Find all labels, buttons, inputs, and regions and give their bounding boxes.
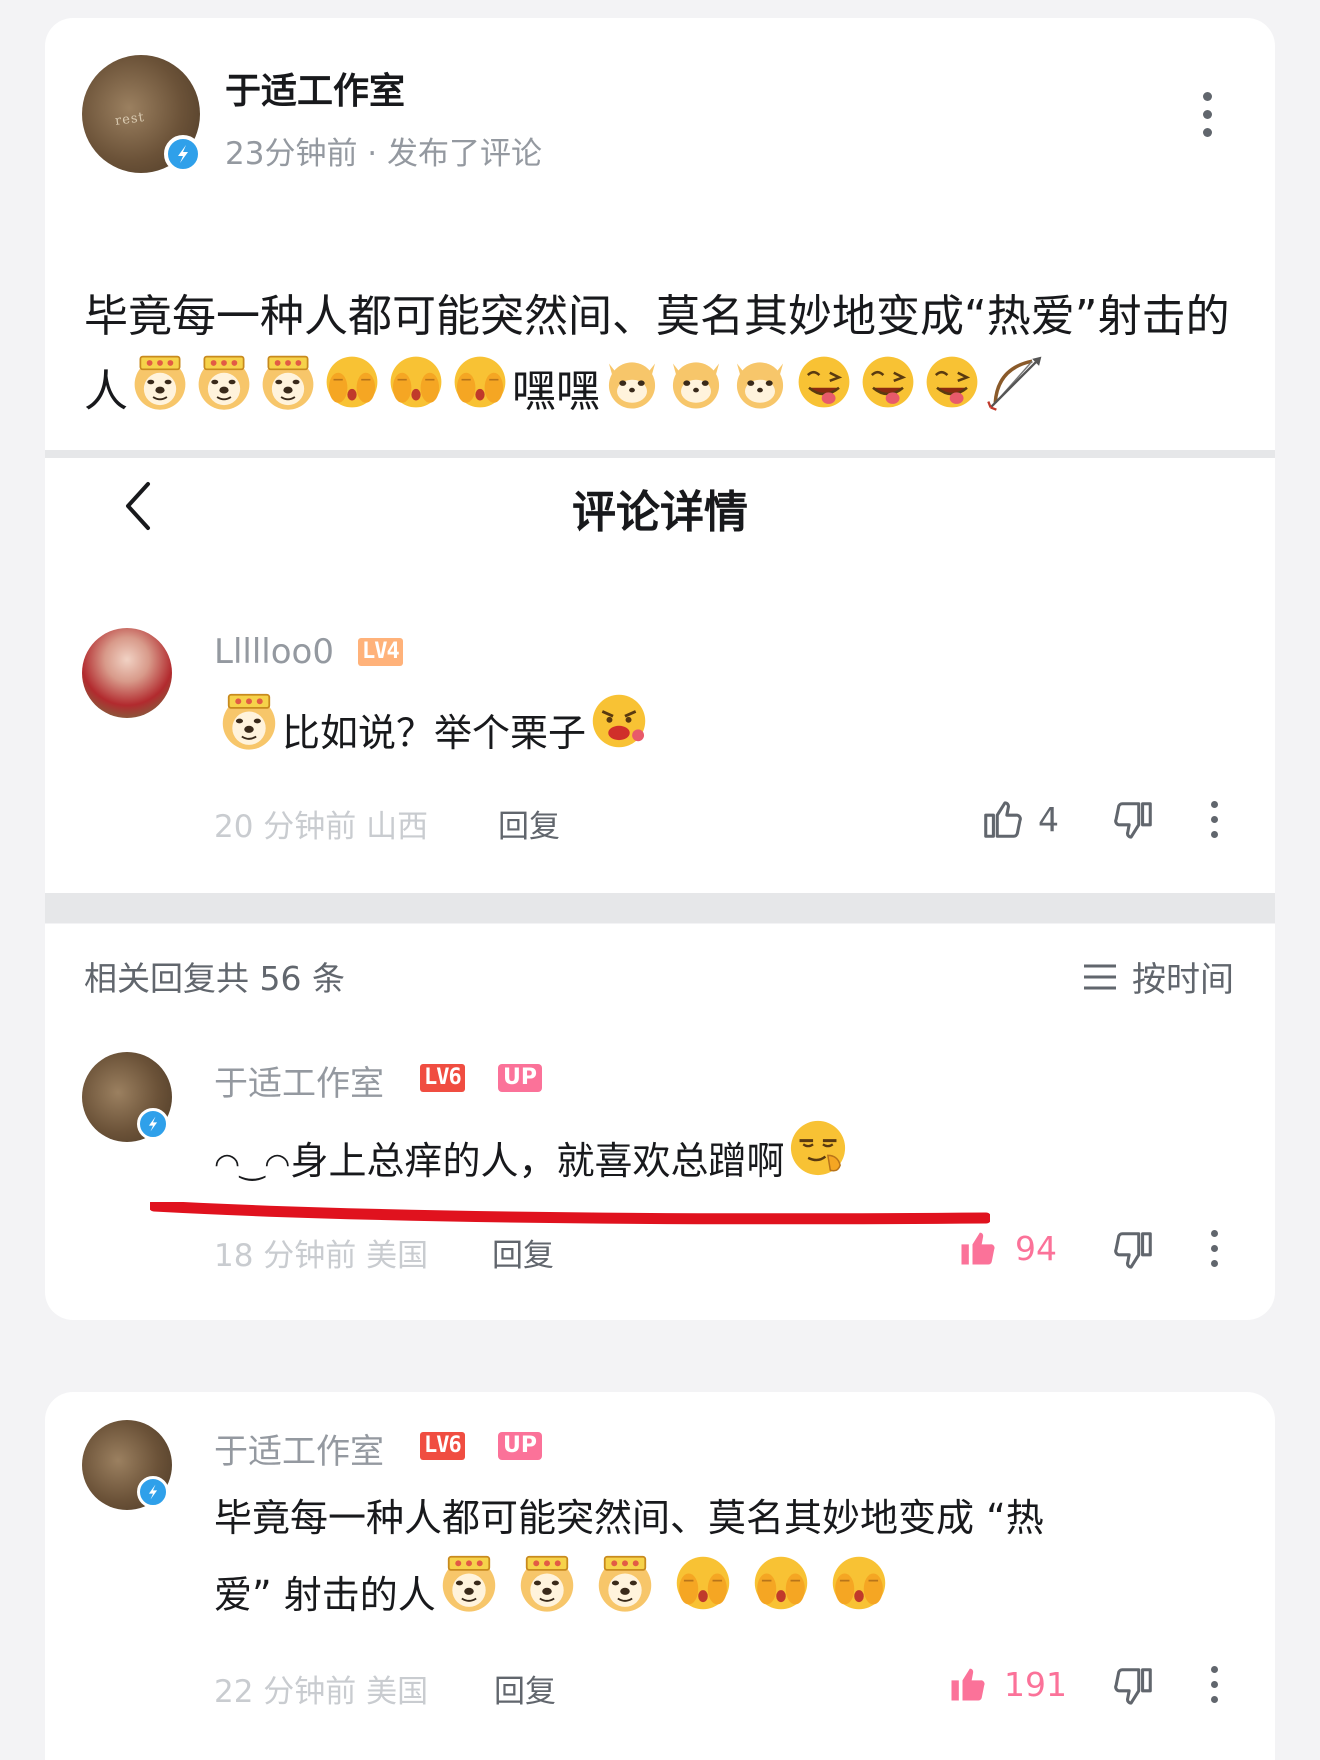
reply-text-line2: 爱” 射击的人	[214, 1573, 436, 1617]
kaomoji: ◠‿◠	[214, 1147, 291, 1182]
emoji-cover-face	[450, 352, 510, 433]
emoji-smirk	[786, 1116, 850, 1201]
reply-user-name[interactable]: 于适工作室	[214, 1424, 384, 1473]
like-count: 191	[1004, 1665, 1067, 1704]
reply-text-line2-wrap: 爱” 射击的人	[214, 1552, 1214, 1635]
level-badge: LV6	[420, 1064, 465, 1092]
up-badge: UP	[498, 1432, 542, 1460]
emoji-tongue	[794, 352, 854, 433]
post-text-part2: 嘿嘿	[512, 366, 600, 417]
thumb-up-icon[interactable]	[980, 796, 1026, 842]
reply-text: 身上总痒的人，就喜欢总蹭啊	[290, 1139, 785, 1183]
emoji-doge	[438, 1552, 500, 1635]
verified-icon	[137, 1108, 169, 1140]
commenter-avatar[interactable]	[82, 628, 172, 718]
emoji-doge	[594, 1552, 656, 1635]
emoji-cover-face	[322, 352, 382, 433]
more-icon[interactable]	[1211, 1230, 1221, 1267]
reply-button[interactable]: 回复	[494, 1666, 556, 1711]
reply-text-line: ◠‿◠身上总痒的人，就喜欢总蹭啊	[214, 1116, 852, 1201]
divider	[45, 893, 1275, 923]
emoji-cover-face	[750, 1552, 812, 1635]
post-meta: 23分钟前 · 发布了评论	[225, 136, 543, 172]
thumb-down-icon[interactable]	[1110, 1664, 1156, 1710]
reply-avatar[interactable]	[82, 1052, 172, 1142]
thumb-up-icon[interactable]	[946, 1662, 990, 1706]
reply-text: 毕竟每一种人都可能突然间、莫名其妙地变成 “热 爱” 射击的人	[214, 1484, 1214, 1635]
up-badge: UP	[498, 1064, 542, 1092]
reply-button[interactable]: 回复	[498, 801, 560, 846]
verified-icon	[137, 1476, 169, 1508]
thumb-up-icon[interactable]	[956, 1226, 1000, 1270]
sort-label: 按时间	[1132, 960, 1234, 1000]
thumb-down-icon[interactable]	[1110, 1228, 1156, 1274]
emoji-bow-arrow	[986, 352, 1046, 433]
avatar-text: rest	[114, 109, 146, 129]
thumb-down-icon[interactable]	[1110, 798, 1156, 844]
level-badge: LV6	[420, 1432, 465, 1460]
more-icon[interactable]	[1211, 1666, 1221, 1703]
red-underline-annotation	[150, 1202, 990, 1225]
comment-text: 比如说？举个栗子	[282, 711, 587, 755]
emoji-doge	[516, 1552, 578, 1635]
comment-time: 20 分钟前 山西	[214, 809, 429, 845]
reply-time: 18 分钟前 美国	[214, 1238, 429, 1274]
reply-text-line1: 毕竟每一种人都可能突然间、莫名其妙地变成 “热	[214, 1496, 1044, 1540]
emoji-cover-face	[828, 1552, 890, 1635]
emoji-angry	[588, 690, 650, 773]
emoji-cat	[666, 352, 726, 433]
emoji-doge	[194, 352, 254, 433]
emoji-doge	[218, 690, 280, 773]
comment-text-line: 比如说？举个栗子	[216, 690, 652, 773]
page-title: 评论详情	[572, 487, 748, 538]
verified-icon	[164, 135, 202, 173]
author-avatar[interactable]: rest	[82, 55, 202, 173]
like-count: 94	[1015, 1229, 1057, 1268]
reply-avatar[interactable]	[82, 1420, 172, 1510]
commenter-name[interactable]: Llllloo0	[214, 632, 334, 672]
post-author-name[interactable]: 于适工作室	[225, 62, 405, 114]
emoji-cat	[602, 352, 662, 433]
more-icon[interactable]	[1203, 92, 1213, 137]
post-text: 毕竟每一种人都可能突然间、莫名其妙地变成“热爱”射击的人 嘿嘿	[84, 282, 1244, 433]
emoji-tongue	[858, 352, 918, 433]
reply-user-name[interactable]: 于适工作室	[214, 1056, 384, 1105]
emoji-tongue	[922, 352, 982, 433]
emoji-cover-face	[386, 352, 446, 433]
emoji-cat	[730, 352, 790, 433]
emoji-doge	[130, 352, 190, 433]
level-badge: LV4	[358, 638, 403, 666]
reply-count-header: 相关回复共 56 条	[84, 959, 345, 998]
sort-icon	[1084, 964, 1116, 989]
emoji-cover-face	[672, 1552, 734, 1635]
reply-time: 22 分钟前 美国	[214, 1674, 429, 1710]
emoji-doge	[258, 352, 318, 433]
sort-button[interactable]: 按时间	[1082, 952, 1234, 1001]
more-icon[interactable]	[1211, 801, 1221, 838]
reply-button[interactable]: 回复	[492, 1230, 554, 1275]
like-count: 4	[1038, 800, 1059, 839]
